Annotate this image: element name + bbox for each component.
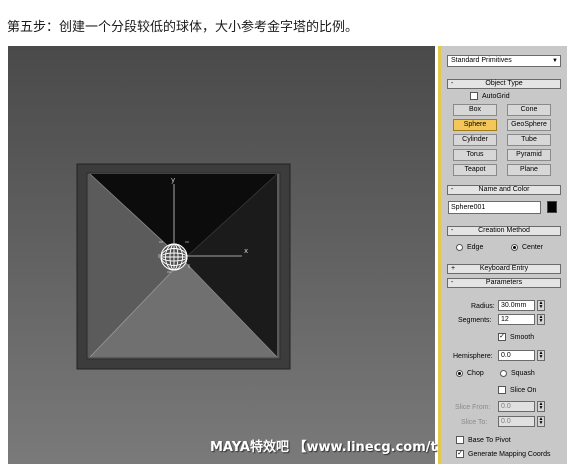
torus-button[interactable]: Torus xyxy=(453,149,497,161)
rollout-toggle-sign: + xyxy=(451,265,456,272)
chop-label: Chop xyxy=(467,370,484,377)
cylinder-button[interactable]: Cylinder xyxy=(453,134,497,146)
cone-button[interactable]: Cone xyxy=(507,104,551,116)
autogrid-checkbox[interactable] xyxy=(470,92,478,100)
edge-label: Edge xyxy=(467,244,484,251)
rollout-creation-method[interactable]: - Creation Method xyxy=(447,226,561,236)
slice-on-label: Slice On xyxy=(510,387,537,394)
rollout-title: Keyboard Entry xyxy=(479,265,529,272)
slice-on-checkbox[interactable] xyxy=(498,386,506,394)
radius-spinner[interactable]: ▲ ▼ xyxy=(537,300,545,311)
viewport-scene xyxy=(76,163,291,370)
segments-field[interactable]: 12 xyxy=(498,314,535,325)
smooth-checkbox[interactable]: ✓ xyxy=(498,333,506,341)
rollout-name-color[interactable]: - Name and Color xyxy=(447,185,561,195)
center-label: Center xyxy=(522,244,544,251)
generate-mapping-checkbox[interactable]: ✓ xyxy=(456,450,464,458)
rollout-title: Parameters xyxy=(485,279,523,286)
rollout-parameters[interactable]: - Parameters xyxy=(447,278,561,288)
object-name-field[interactable]: Sphere001 xyxy=(448,201,541,214)
rollout-toggle-sign: - xyxy=(451,186,454,193)
rollout-title: Object Type xyxy=(485,80,523,87)
box-button[interactable]: Box xyxy=(453,104,497,116)
chevron-down-icon: ▼ xyxy=(552,58,558,64)
center-radio[interactable] xyxy=(511,244,518,251)
radius-label: Radius: xyxy=(471,303,495,310)
tube-button[interactable]: Tube xyxy=(507,134,551,146)
command-panel: Standard Primitives ▼ - Object Type Auto… xyxy=(438,46,567,464)
plane-button[interactable]: Plane xyxy=(507,164,551,176)
sphere-wireframe xyxy=(160,243,188,271)
x-axis-label: x xyxy=(244,247,249,255)
category-dropdown[interactable]: Standard Primitives ▼ xyxy=(447,55,561,67)
autogrid-label: AutoGrid xyxy=(482,93,510,100)
hemisphere-field[interactable]: 0.0 xyxy=(498,350,535,361)
slice-from-spinner[interactable]: ▲ ▼ xyxy=(537,401,545,412)
rollout-title: Name and Color xyxy=(478,186,530,193)
rollout-title: Creation Method xyxy=(478,227,530,234)
geosphere-button[interactable]: GeoSphere xyxy=(507,119,551,131)
squash-radio[interactable] xyxy=(500,370,507,377)
category-dropdown-value: Standard Primitives xyxy=(451,57,512,64)
step-caption: 第五步：创建一个分段较低的球体，大小参考金字塔的比例。 xyxy=(7,20,359,35)
rollout-toggle-sign: - xyxy=(451,227,454,234)
rollout-toggle-sign: - xyxy=(451,279,454,286)
hemisphere-label: Hemisphere: xyxy=(453,353,493,360)
slice-to-spinner[interactable]: ▲ ▼ xyxy=(537,416,545,427)
hemisphere-spinner[interactable]: ▲ ▼ xyxy=(537,350,545,361)
perspective-viewport[interactable]: y x xyxy=(8,46,435,464)
slice-to-field[interactable]: 0.0 xyxy=(498,416,535,427)
sphere-button[interactable]: Sphere xyxy=(453,119,497,131)
generate-mapping-label: Generate Mapping Coords xyxy=(468,451,551,458)
y-axis-label: y xyxy=(171,176,176,184)
segments-label: Segments: xyxy=(458,317,492,324)
edge-radio[interactable] xyxy=(456,244,463,251)
rollout-toggle-sign: - xyxy=(451,80,454,87)
slice-from-label: Slice From: xyxy=(455,404,491,411)
object-color-swatch[interactable] xyxy=(547,201,557,213)
slice-to-label: Slice To: xyxy=(461,419,488,426)
pyramid-button[interactable]: Pyramid xyxy=(507,149,551,161)
rollout-keyboard-entry[interactable]: + Keyboard Entry xyxy=(447,264,561,274)
rollout-object-type[interactable]: - Object Type xyxy=(447,79,561,89)
chop-radio[interactable] xyxy=(456,370,463,377)
base-to-pivot-label: Base To Pivot xyxy=(468,437,511,444)
teapot-button[interactable]: Teapot xyxy=(453,164,497,176)
slice-from-field[interactable]: 0.0 xyxy=(498,401,535,412)
radius-field[interactable]: 30.0mm xyxy=(498,300,535,311)
base-to-pivot-checkbox[interactable] xyxy=(456,436,464,444)
segments-spinner[interactable]: ▲ ▼ xyxy=(537,314,545,325)
smooth-label: Smooth xyxy=(510,334,535,341)
squash-label: Squash xyxy=(511,370,535,377)
